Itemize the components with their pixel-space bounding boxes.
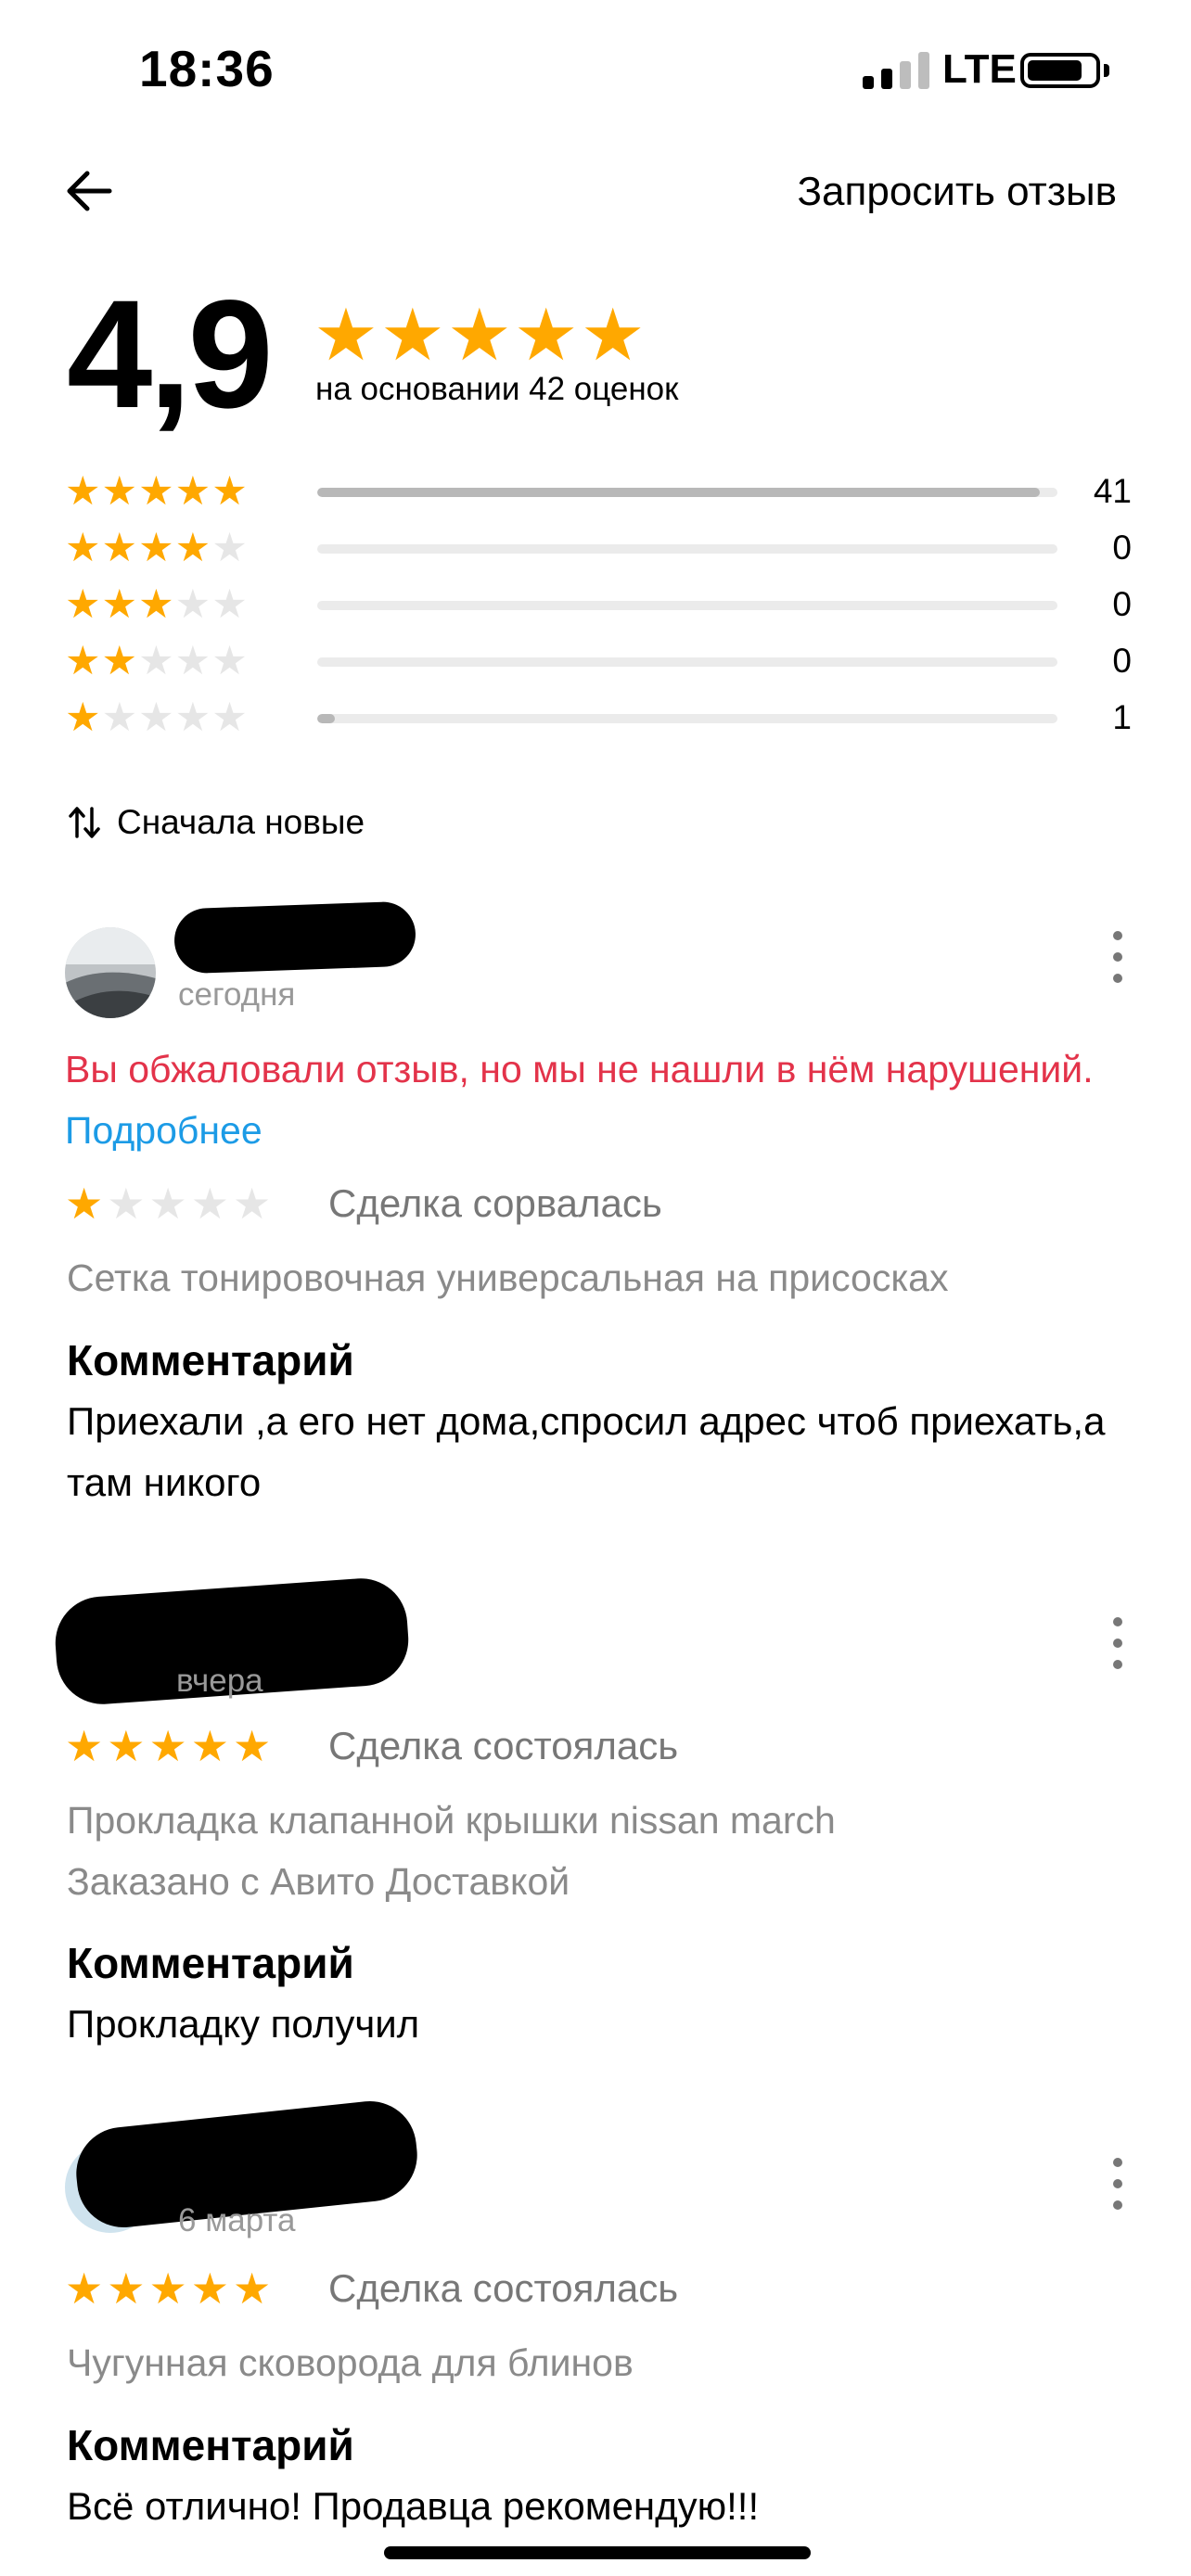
item-title: Чугунная сковорода для блинов	[67, 2341, 634, 2384]
battery-tip	[1104, 64, 1109, 77]
distribution-bar-fill	[317, 488, 1040, 497]
distribution-count: 0	[1112, 529, 1132, 567]
distribution-row-1: ★★★★★ 1	[65, 695, 1132, 741]
item-title: Прокладка клапанной крышки nissan march	[67, 1799, 836, 1842]
battery-icon	[1020, 53, 1100, 88]
deal-status: Сделка сорвалась	[328, 1181, 662, 1225]
distribution-stars: ★★★★★	[65, 582, 249, 627]
deal-status: Сделка состоялась	[328, 2266, 679, 2310]
item-title: Сетка тонировочная универсальная на прис…	[67, 1256, 949, 1299]
review-date: 6 марта	[178, 2202, 296, 2238]
distribution-bar	[317, 601, 1057, 610]
comment-text: Всё отлично! Продавца рекомендую!!!	[67, 2484, 760, 2528]
distribution-stars: ★★★★★	[65, 639, 249, 683]
review-date: вчера	[176, 1663, 263, 1699]
average-rating: 4,9	[67, 269, 274, 440]
distribution-count: 41	[1093, 472, 1132, 510]
ratings-count-text: на основании 42 оценок	[315, 371, 679, 407]
distribution-count: 1	[1112, 698, 1132, 736]
back-arrow-icon[interactable]	[61, 163, 117, 219]
distribution-row-3: ★★★★★ 0	[65, 581, 1132, 628]
more-options-icon[interactable]	[1108, 931, 1127, 983]
sort-label: Сначала новые	[117, 803, 365, 841]
review-stars: ★★★★★	[65, 1722, 275, 1770]
comment-label: Комментарий	[67, 1939, 354, 1987]
deal-status: Сделка состоялась	[328, 1724, 679, 1767]
more-options-icon[interactable]	[1108, 2158, 1127, 2210]
avatar[interactable]	[65, 927, 156, 1018]
details-link[interactable]: Подробнее	[65, 1109, 263, 1152]
sort-button[interactable]: Сначала новые	[69, 803, 365, 842]
distribution-bar	[317, 488, 1057, 497]
distribution-bar	[317, 657, 1057, 667]
delivery-note: Заказано с Авито Доставкой	[67, 1860, 570, 1903]
distribution-stars: ★★★★★	[65, 469, 249, 514]
review-stars: ★★★★★	[65, 1180, 275, 1228]
redacted-author-name	[173, 900, 417, 975]
more-options-icon[interactable]	[1108, 1617, 1127, 1669]
distribution-row-2: ★★★★★ 0	[65, 638, 1132, 684]
request-review-button[interactable]: Запросить отзыв	[797, 169, 1117, 215]
distribution-bar	[317, 714, 1057, 723]
distribution-bar-fill	[317, 714, 336, 723]
distribution-stars: ★★★★★	[65, 695, 249, 740]
comment-label: Комментарий	[67, 2421, 354, 2469]
review-stars: ★★★★★	[65, 2264, 275, 2313]
comment-label: Комментарий	[67, 1336, 354, 1384]
comment-text: Приехали ,а его нет дома,спросил адрес ч…	[67, 1399, 1106, 1504]
distribution-bar	[317, 544, 1057, 554]
distribution-row-4: ★★★★★ 0	[65, 525, 1132, 571]
comment-text: Прокладку получил	[67, 2002, 420, 2046]
signal-icon	[863, 52, 929, 89]
distribution-row-5: ★★★★★ 41	[65, 468, 1132, 515]
average-rating-stars: ★★★★★	[314, 294, 647, 376]
distribution-stars: ★★★★★	[65, 526, 249, 570]
distribution-count: 0	[1112, 642, 1132, 680]
status-time: 18:36	[139, 40, 275, 97]
network-label: LTE	[942, 46, 1017, 92]
sort-icon	[69, 807, 100, 838]
review-date: сегодня	[178, 976, 296, 1013]
appeal-rejected-notice: Вы обжаловали отзыв, но мы не нашли в нё…	[65, 1048, 1094, 1152]
distribution-count: 0	[1112, 585, 1132, 623]
home-indicator[interactable]	[384, 2546, 811, 2559]
